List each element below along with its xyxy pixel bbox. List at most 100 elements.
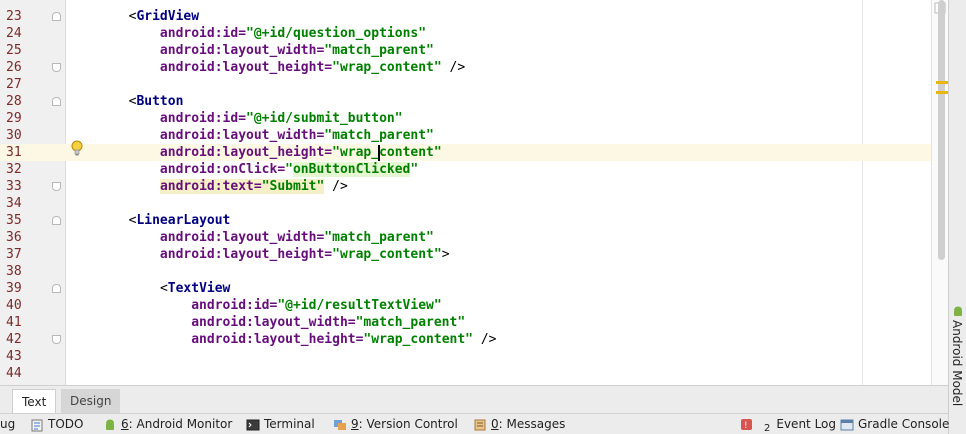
code-line[interactable]: android:id="@+id/submit_button" (66, 110, 946, 127)
vertical-scrollbar[interactable] (938, 0, 945, 260)
code-line[interactable]: android:layout_width="match_parent" (66, 127, 946, 144)
lightbulb-icon[interactable] (70, 140, 84, 157)
code-line[interactable] (66, 76, 946, 93)
tab-design[interactable]: Design (61, 389, 121, 413)
code-area[interactable]: <GridView android:id="@+id/question_opti… (66, 0, 946, 385)
code-line[interactable]: android:id="@+id/resultTextView" (66, 297, 946, 314)
code-line[interactable]: android:layout_height="wrap_content" /> (66, 59, 946, 76)
code-line[interactable]: android:layout_width="match_parent" (66, 42, 946, 59)
editor-gutter[interactable]: 23 24 25 26 27 28 29 30 31 32 33 34 35 36 37 38 39 40 41 42… (0, 0, 66, 385)
warning-marker[interactable] (936, 91, 948, 94)
gradle-console-label: Gradle Console (858, 417, 950, 431)
gutter-row[interactable]: 24 (0, 25, 66, 42)
code-line[interactable]: android:layout_width="match_parent" (66, 314, 946, 331)
fold-marker-icon[interactable] (52, 12, 61, 21)
gutter-row[interactable]: 44 (0, 365, 66, 382)
code-token: android:text= (159, 179, 262, 194)
code-line[interactable]: <TextView (66, 280, 946, 297)
warning-marker[interactable] (936, 81, 948, 84)
line-number: 27 (6, 77, 22, 92)
gutter-row[interactable]: 37 (0, 246, 66, 263)
code-line[interactable]: android:layout_height="wrap_content" /> (66, 331, 946, 348)
gutter-row[interactable]: 27 (0, 76, 66, 93)
gutter-row[interactable]: 36 (0, 229, 66, 246)
code-token: /> (324, 179, 348, 194)
code-token: onButtonClicked (292, 162, 411, 177)
fold-marker-icon[interactable] (52, 63, 61, 72)
line-number: 43 (6, 349, 22, 364)
code-line[interactable]: <LinearLayout (66, 212, 946, 229)
terminal-tool-button[interactable]: Terminal (246, 414, 315, 434)
code-line[interactable] (66, 365, 946, 382)
code-line[interactable] (66, 195, 946, 212)
right-tool-window-bar: Android Model (948, 0, 966, 434)
fold-marker-icon[interactable] (52, 216, 61, 225)
gutter-row[interactable]: 39 (0, 280, 66, 297)
code-editor[interactable]: 23 24 25 26 27 28 29 30 31 32 33 34 35 36 37 38 39 40 41 42… (0, 0, 948, 385)
debug-tool-button[interactable]: ug (0, 414, 15, 434)
messages-mnemonic: 0 (491, 417, 499, 431)
line-number: 32 (6, 162, 22, 177)
version-control-tool-button[interactable]: 9: Version Control (333, 414, 458, 434)
gutter-row[interactable]: 30 (0, 127, 66, 144)
code-token: /> (441, 60, 466, 75)
code-token: " (285, 162, 293, 177)
code-token: "Submit" (261, 179, 325, 194)
code-line[interactable]: android:layout_width="match_parent" (66, 229, 946, 246)
todo-tool-button[interactable]: TODO (30, 414, 83, 434)
code-token: android:onClick= (97, 162, 286, 177)
code-line[interactable]: android:layout_height="wrap_content" (66, 144, 946, 161)
fold-marker-icon[interactable] (52, 97, 61, 106)
code-line[interactable]: android:id="@+id/question_options" (66, 25, 946, 42)
gutter-row[interactable]: 40 (0, 297, 66, 314)
event-log-tool-button[interactable]: ! 2 Event Log (740, 414, 836, 434)
code-line[interactable]: android:text="Submit" /> (66, 178, 946, 195)
code-token: "wrap_content" (332, 247, 442, 262)
code-line[interactable] (66, 348, 946, 365)
gutter-row[interactable]: 25 (0, 42, 66, 59)
gutter-row[interactable]: 33 (0, 178, 66, 195)
gutter-row[interactable]: 29 (0, 110, 66, 127)
gutter-row[interactable]: 34 (0, 195, 66, 212)
terminal-label: Terminal (264, 417, 315, 431)
code-line[interactable]: android:onClick="onButtonClicked" (66, 161, 946, 178)
code-line[interactable]: <GridView (66, 8, 946, 25)
android-monitor-mnemonic: 6 (121, 417, 129, 431)
messages-icon (474, 419, 486, 430)
code-line[interactable]: <Button (66, 93, 946, 110)
code-token: LinearLayout (136, 213, 231, 228)
version-control-label: : Version Control (358, 417, 458, 431)
gutter-row[interactable]: 35 (0, 212, 66, 229)
error-stripe[interactable] (931, 0, 948, 385)
gutter-row[interactable]: 26 (0, 59, 66, 76)
android-monitor-tool-button[interactable]: 6: Android Monitor (103, 414, 232, 434)
code-line[interactable] (66, 263, 946, 280)
gutter-row[interactable]: 42 (0, 331, 66, 348)
gutter-row[interactable]: 41 (0, 314, 66, 331)
gutter-row[interactable]: 43 (0, 348, 66, 365)
android-icon (106, 419, 114, 430)
gutter-row[interactable]: 38 (0, 263, 66, 280)
code-token: android:layout_width= (97, 230, 325, 245)
gutter-row[interactable]: 23 (0, 8, 66, 25)
editor-mode-tabs: Text Design (0, 385, 948, 413)
android-model-tab[interactable]: Android Model (949, 300, 966, 410)
gradle-console-tool-button[interactable]: Gradle Console (840, 414, 949, 434)
tab-text[interactable]: Text (12, 389, 57, 413)
code-token: /> (473, 332, 497, 347)
gutter-row[interactable]: 28 (0, 93, 66, 110)
messages-tool-button[interactable]: 0: Messages (473, 414, 565, 434)
gutter-row[interactable]: 32 (0, 161, 66, 178)
fold-marker-icon[interactable] (52, 182, 61, 191)
gutter-row[interactable]: 31 (0, 144, 66, 161)
fold-marker-icon[interactable] (52, 284, 61, 293)
code-line[interactable]: android:layout_height="wrap_content"> (66, 246, 946, 263)
fold-marker-icon[interactable] (52, 335, 61, 344)
code-token: GridView (136, 9, 200, 24)
